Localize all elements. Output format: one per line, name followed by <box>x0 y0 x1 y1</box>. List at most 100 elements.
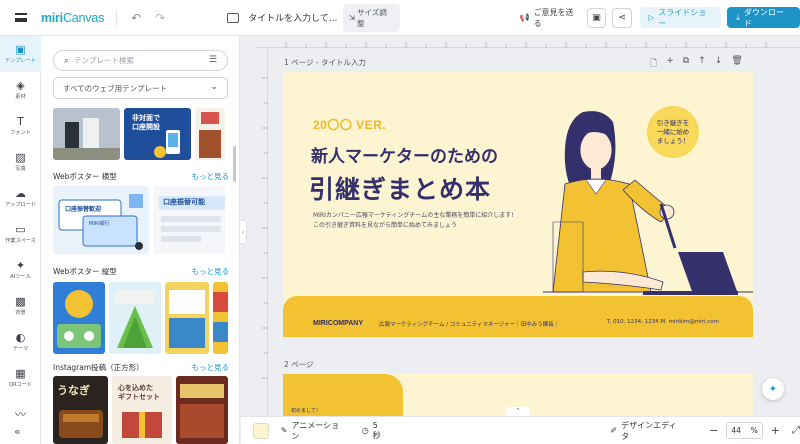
bubble-line: ましょう！ <box>656 136 690 145</box>
rail-item-background[interactable]: ▩ 背景 <box>0 288 41 324</box>
folder-icon[interactable] <box>227 12 240 23</box>
bubble-line: 一緒に始め <box>656 127 690 136</box>
template-panel: ⌕ ☰ すべてのウェブ用テンプレート ⌄ 非対面で 口座開設 Webポスター 横… <box>41 36 240 444</box>
company-brand[interactable]: MIRICOMPANY <box>313 320 363 327</box>
plus-icon[interactable]: + <box>666 56 674 72</box>
feedback-button[interactable]: 📢 ご意見を送る <box>520 7 581 29</box>
zoom-value: 44 <box>731 426 741 435</box>
more-link[interactable]: もっと見る <box>192 171 230 182</box>
arrow-up-icon[interactable]: ↑ <box>698 56 706 72</box>
rail-label: フォント <box>10 130 31 136</box>
top-bar: miri Canvas ↶ ↷ タイトルを入力して... ⇲ サイズ調整 📢 ご… <box>0 0 800 36</box>
panel-collapse-handle[interactable]: ‹ <box>240 220 247 244</box>
thumb-graphic <box>180 384 224 438</box>
slide-page-1[interactable]: 20〇〇 VER. 新人マーケターのための 引継ぎまとめ本 MIRIカンパニー広… <box>283 72 753 337</box>
rail-item-elements[interactable]: ◈ 素材 <box>0 72 41 108</box>
slide-text[interactable]: 初めまして！ <box>291 407 321 414</box>
rail-item-photo[interactable]: ▨ 写真 <box>0 144 41 180</box>
page-toolbar: 🗋 + ⧉ ↑ ↓ 🗑 <box>650 56 743 72</box>
upload-icon: ☁ <box>15 187 26 200</box>
page-label[interactable]: 1 ページ - タイトル入力 <box>284 57 366 68</box>
arrow-down-icon[interactable]: ↓ <box>715 56 723 72</box>
menu-icon[interactable] <box>15 13 27 22</box>
template-thumb[interactable]: うなぎ <box>53 376 108 444</box>
slideshow-label: スライドショー <box>658 7 707 28</box>
zoom-input[interactable]: 44 % <box>726 422 763 439</box>
design-editor-button[interactable]: ✐ デザインエディタ <box>610 420 683 442</box>
page-color-swatch[interactable] <box>253 422 269 439</box>
zoom-unit: % <box>750 426 758 435</box>
template-thumb[interactable] <box>176 376 228 444</box>
qr-icon: ▦ <box>15 367 26 380</box>
template-thumb[interactable] <box>109 282 161 354</box>
rail-item-theme[interactable]: ◐ テーマ <box>0 324 41 360</box>
template-thumb[interactable] <box>165 282 209 354</box>
slide-footer[interactable]: MIRICOMPANY 広報マーケティングチーム / コミュニティマネージャー｜… <box>283 296 753 337</box>
thumb-graphic <box>213 292 228 342</box>
workspace-icon: ▭ <box>15 223 26 236</box>
collapse-icon[interactable]: « <box>14 425 21 438</box>
template-thumb[interactable] <box>53 108 120 160</box>
template-thumb[interactable]: 非対面で 口座開設 <box>124 108 191 160</box>
rail-item-qr[interactable]: ▦ QRコード <box>0 360 41 396</box>
duration-button[interactable]: ◷ 5秒 <box>362 421 386 441</box>
share-button[interactable]: ⋖ <box>612 7 633 28</box>
divider <box>116 9 118 26</box>
filter-icon[interactable]: ☰ <box>209 55 217 65</box>
template-thumb[interactable]: 口座振替可能 <box>153 186 225 254</box>
download-button[interactable]: ⤓ ダウンロード <box>727 7 800 28</box>
panel-scrollbar[interactable] <box>233 146 236 182</box>
thumb-graphic <box>115 290 155 348</box>
rail-item-font[interactable]: T フォント <box>0 108 41 144</box>
footer-info[interactable]: 広報マーケティングチーム / コミュニティマネージャー｜田中みう課長｜ <box>379 320 559 328</box>
megaphone-icon: 📢 <box>519 13 530 22</box>
undo-icon[interactable]: ↶ <box>131 11 141 25</box>
section-title: Instagram投稿（正方形） <box>53 363 144 372</box>
template-thumb[interactable]: 口座振替歓迎 MIRI銀行 <box>53 186 149 254</box>
template-search[interactable]: ⌕ ☰ <box>53 50 228 71</box>
redo-icon[interactable]: ↷ <box>155 11 165 25</box>
play-icon: ▷ <box>648 13 655 22</box>
template-thumb[interactable]: 心を込めた ギフトセット <box>112 376 172 444</box>
rail-item-template[interactable]: ▣ テンプレート <box>0 36 41 72</box>
share-icon: ⋖ <box>618 12 627 23</box>
duplicate-icon[interactable]: ⧉ <box>683 56 689 72</box>
background-icon: ▩ <box>15 295 26 308</box>
animation-button[interactable]: ✎ アニメーション <box>281 420 346 442</box>
template-icon: ▣ <box>15 43 26 56</box>
save-icon: ▣ <box>592 12 601 23</box>
footer-contact[interactable]: T. 010. 1234. 1234 M. mirikim@miri.com <box>607 319 719 325</box>
page-label[interactable]: 2 ページ <box>284 359 314 370</box>
more-link[interactable]: もっと見る <box>192 266 230 277</box>
ai-assistant-button[interactable]: ✦ <box>762 378 784 400</box>
chevron-up-icon[interactable]: ⌃ <box>506 407 530 416</box>
trash-icon[interactable]: 🗑 <box>731 56 742 72</box>
more-link[interactable]: もっと見る <box>192 362 230 373</box>
document-title[interactable]: タイトルを入力して... <box>248 11 343 24</box>
template-thumb[interactable] <box>195 108 225 160</box>
scope-select[interactable]: すべてのウェブ用テンプレート ⌄ <box>53 77 228 99</box>
add-page-icon[interactable]: 🗋 <box>650 56 657 72</box>
clock-icon: ◷ <box>361 426 369 435</box>
chart-icon: 〰 <box>15 407 26 421</box>
wedding-photo <box>53 108 120 160</box>
app-logo[interactable]: miri Canvas <box>41 11 105 25</box>
rail-label: 素材 <box>15 94 26 100</box>
rail-item-ai[interactable]: ✦ AIツール <box>0 252 41 288</box>
save-button[interactable]: ▣ <box>586 7 607 28</box>
fullscreen-icon[interactable]: ⤢ <box>792 425 800 436</box>
resize-button[interactable]: ⇲ サイズ調整 <box>342 3 400 32</box>
bubble-line: 引き継ぎを <box>656 118 690 127</box>
rail-item-workspace[interactable]: ▭ 作業スペース <box>0 216 41 252</box>
page-title[interactable]: - タイトル入力 <box>316 58 366 67</box>
rail-item-upload[interactable]: ☁ アップロード <box>0 180 41 216</box>
slideshow-button[interactable]: ▷ スライドショー <box>640 7 722 28</box>
zoom-in-button[interactable]: + <box>771 424 780 437</box>
speech-bubble[interactable]: 引き継ぎを 一緒に始め ましょう！ <box>647 106 699 158</box>
zoom-out-button[interactable]: − <box>709 424 718 437</box>
template-thumb[interactable] <box>53 282 105 354</box>
section-title: Webポスター 横型 <box>53 172 117 181</box>
search-input[interactable] <box>74 56 195 65</box>
thumb-graphic <box>199 112 221 158</box>
template-thumb[interactable] <box>213 282 228 354</box>
